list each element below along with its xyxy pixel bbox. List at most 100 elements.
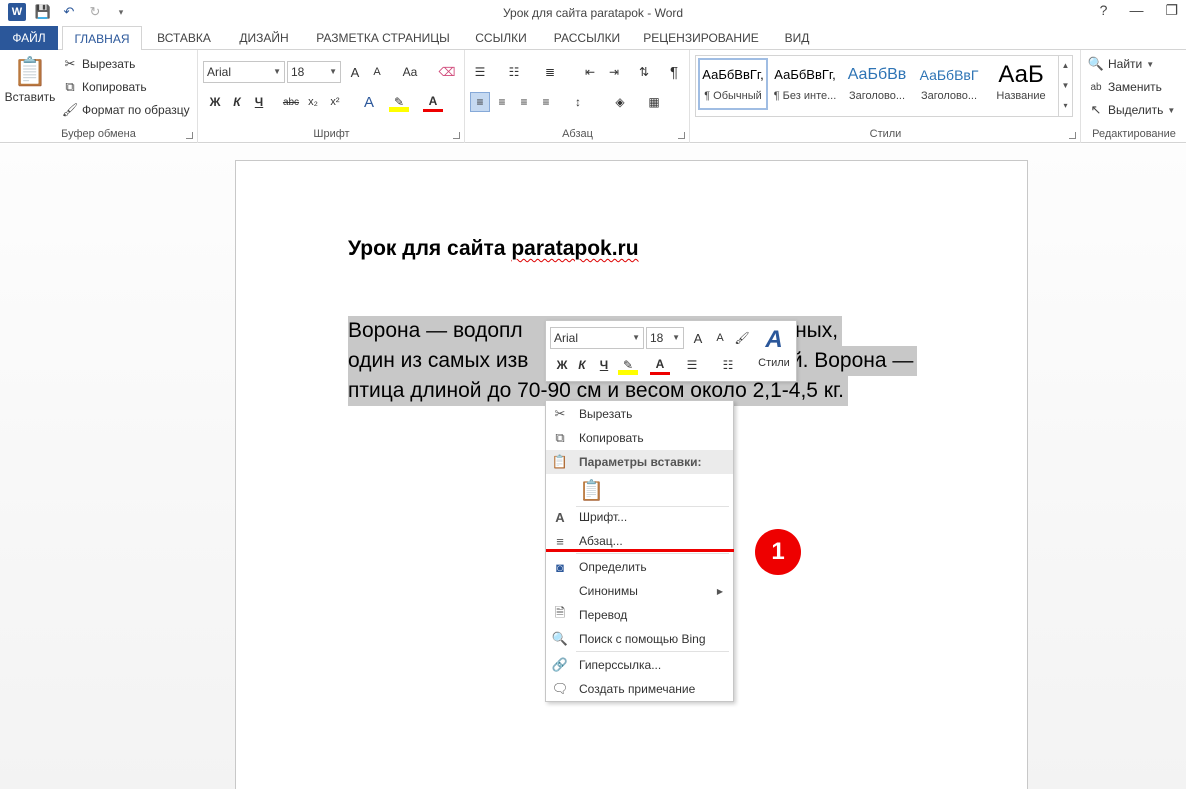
align-center-icon[interactable]: ≡ [492,92,512,112]
highlight-icon[interactable]: ✎ [389,92,409,112]
style-heading-2[interactable]: АаБбВвГ Заголово... [914,60,984,112]
font-launcher-icon[interactable] [453,132,460,139]
align-left-icon[interactable]: ≡ [470,92,490,112]
line-spacing-icon[interactable]: ↕ [568,92,588,112]
menu-item-font[interactable]: A Шрифт... [546,505,733,529]
mini-format-painter-icon[interactable]: 🖌 [732,328,752,348]
font-icon: A [555,509,565,525]
format-painter-button[interactable]: 🖌 Формат по образцу [62,102,190,118]
minimize-button[interactable]: — [1129,2,1143,19]
paste-button[interactable]: 📋 Вставить [5,56,56,104]
menu-item-copy[interactable]: ⧉ Копировать [546,426,733,450]
strikethrough-button[interactable]: abc [281,92,301,112]
mini-numbering-icon[interactable]: ☷ [718,355,738,375]
align-right-icon[interactable]: ≡ [514,92,534,112]
tab-references[interactable]: ССЫЛКИ [466,26,536,50]
multilevel-list-icon[interactable]: ≣ [540,62,560,82]
paste-keep-text-icon: 📋 [579,479,604,502]
mini-italic-button[interactable]: К [572,355,592,375]
mini-shrink-font-icon[interactable]: A [710,328,730,348]
copy-button[interactable]: ⧉ Копировать [62,79,146,95]
clipboard-launcher-icon[interactable] [186,132,193,139]
tab-layout[interactable]: РАЗМЕТКА СТРАНИЦЫ [308,26,458,50]
style-heading-1[interactable]: АаБбВв Заголово... [842,60,912,112]
menu-item-translate[interactable]: 🗎 Перевод [546,603,733,627]
mini-grow-font-icon[interactable]: A [688,328,708,348]
mini-font-color-icon[interactable]: A [650,355,670,375]
sort-icon[interactable]: ⇅ [634,62,654,82]
chevron-right-icon: ▶ [716,586,723,596]
decrease-indent-icon[interactable]: ⇤ [580,62,600,82]
style-normal[interactable]: АаБбВвГг, ¶ Обычный [698,58,768,110]
find-button[interactable]: 🔍 Найти ▼ [1088,56,1154,72]
italic-button[interactable]: К [227,92,247,112]
cut-button[interactable]: ✂ Вырезать [62,56,136,72]
subscript-button[interactable]: x₂ [303,92,323,112]
menu-item-cut[interactable]: ✂ Вырезать [546,402,733,426]
mini-highlight-icon[interactable]: ✎ [618,355,638,375]
mini-underline-button[interactable]: Ч [594,355,614,375]
superscript-button[interactable]: x² [325,92,345,112]
group-font: Arial ▼ 18 ▼ A A Aa ⌫ Ж К Ч abc x₂ x² A ✎ … [199,50,465,143]
menu-item-paste-keep-text[interactable]: 📋 [546,475,733,505]
borders-icon[interactable]: ▦ [644,92,664,112]
chevron-down-icon: ▼ [672,333,680,342]
help-button[interactable]: ? [1100,2,1108,19]
show-marks-button[interactable]: ¶ [664,62,684,82]
increase-indent-icon[interactable]: ⇥ [604,62,624,82]
group-label: Абзац [562,128,593,140]
style-no-spacing[interactable]: АаБбВвГг, ¶ Без инте... [770,60,840,112]
restore-button[interactable]: ❐ [1165,2,1178,19]
chevron-down-icon: ▼ [1146,59,1155,69]
bold-button[interactable]: Ж [205,92,225,112]
tab-insert[interactable]: ВСТАВКА [148,26,220,50]
search-icon: 🔍 [551,631,569,646]
scissors-icon: ✂ [64,56,76,71]
bullets-icon[interactable]: ☰ [470,62,490,82]
justify-icon[interactable]: ≡ [536,92,556,112]
menu-item-new-comment[interactable]: 🗨 Создать примечание [546,677,733,701]
group-paragraph: ☰ ☷ ≣ ⇤ ⇥ ⇅ ¶ ≡ ≡ ≡ ≡ ↕ ◈ ▦ Абзац [466,50,690,143]
tab-home[interactable]: ГЛАВНАЯ [62,26,142,51]
menu-item-hyperlink[interactable]: 🔗 Гиперссылка... [546,653,733,677]
tab-view[interactable]: ВИД [773,26,821,50]
define-icon: ◙ [556,559,564,575]
mini-font-name-combo[interactable]: Arial ▼ [550,327,644,349]
grow-font-button[interactable]: A [345,62,365,82]
ribbon-tabs: ФАЙЛ ГЛАВНАЯ ВСТАВКА ДИЗАЙН РАЗМЕТКА СТР… [0,26,1186,51]
shading-icon[interactable]: ◈ [610,92,630,112]
paste-icon: 📋 [551,454,569,469]
document-heading[interactable]: Урок для сайта paratapok.ru [348,237,639,261]
select-button[interactable]: ↖ Выделить ▼ [1088,102,1176,118]
paragraph-launcher-icon[interactable] [678,132,685,139]
change-case-button[interactable]: Aa [395,62,425,82]
menu-item-bing-search[interactable]: 🔍 Поиск с помощью Bing [546,627,733,651]
font-color-button[interactable]: A [423,92,443,112]
tab-file[interactable]: ФАЙЛ [0,26,58,50]
group-label: Редактирование [1092,128,1176,140]
menu-item-synonyms[interactable]: Синонимы ▶ [546,579,733,603]
mini-font-size-combo[interactable]: 18 ▼ [646,327,684,349]
underline-button[interactable]: Ч [249,92,269,112]
font-size-combo[interactable]: 18 ▼ [287,61,341,83]
mini-styles-button[interactable]: A Стили [754,325,794,369]
text-effects-button[interactable]: A [359,92,379,112]
replace-button[interactable]: ab Заменить [1088,79,1162,95]
style-title[interactable]: АаБ Название [986,60,1056,112]
menu-item-define[interactable]: ◙ Определить [546,555,733,579]
mini-bullets-icon[interactable]: ☰ [682,355,702,375]
mini-bold-button[interactable]: Ж [552,355,572,375]
tab-review[interactable]: РЕЦЕНЗИРОВАНИЕ [638,26,764,50]
shrink-font-button[interactable]: A [367,62,387,82]
menu-separator [576,553,729,554]
chevron-down-icon: ▼ [329,67,337,76]
numbering-icon[interactable]: ☷ [504,62,524,82]
tab-design[interactable]: ДИЗАЙН [228,26,300,50]
clear-formatting-icon[interactable]: ⌫ [437,62,457,82]
styles-scroll[interactable]: ▲ ▼ ▾ [1058,56,1072,116]
styles-launcher-icon[interactable] [1069,132,1076,139]
comment-icon: 🗨 [551,681,569,696]
group-label: Буфер обмена [61,128,136,140]
font-name-combo[interactable]: Arial ▼ [203,61,285,83]
tab-mailings[interactable]: РАССЫЛКИ [545,26,629,50]
